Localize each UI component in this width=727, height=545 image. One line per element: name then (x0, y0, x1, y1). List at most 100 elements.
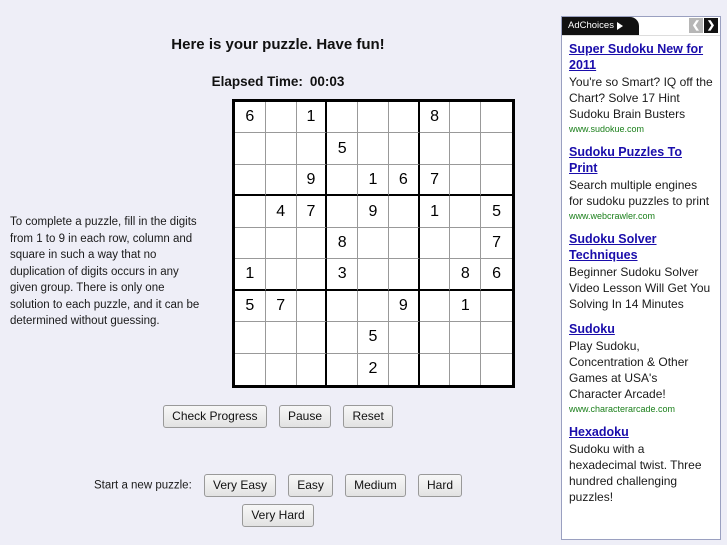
elapsed-time: Elapsed Time: 00:03 (0, 74, 556, 89)
sudoku-cell-r9-c3[interactable] (296, 353, 328, 385)
ad-title-link[interactable]: Sudoku Solver Techniques (569, 231, 713, 263)
sudoku-cell-r2-c2[interactable] (265, 133, 297, 165)
pause-button[interactable]: Pause (278, 405, 332, 428)
sudoku-cell-r1-c5[interactable] (358, 102, 389, 134)
difficulty-very-hard-button[interactable]: Very Hard (242, 504, 314, 527)
sudoku-cell-r9-c2[interactable] (265, 353, 297, 385)
sudoku-cell-r1-c3[interactable]: 1 (296, 102, 328, 134)
difficulty-easy-button[interactable]: Easy (288, 474, 333, 497)
sudoku-cell-r4-c5[interactable]: 9 (358, 196, 389, 228)
sudoku-cell-r9-c5[interactable]: 2 (358, 353, 389, 385)
sudoku-cell-r8-c6[interactable] (388, 322, 420, 354)
sudoku-cell-r3-c9[interactable] (481, 164, 512, 197)
sudoku-cell-r3-c1[interactable] (235, 164, 266, 197)
check-progress-button[interactable]: Check Progress (163, 405, 267, 428)
sudoku-cell-r5-c1[interactable] (235, 227, 266, 260)
sudoku-cell-r3-c3[interactable]: 9 (296, 164, 328, 197)
sudoku-cell-r7-c1[interactable]: 5 (235, 290, 266, 323)
sudoku-cell-r3-c6[interactable]: 6 (388, 164, 420, 197)
sudoku-cell-r8-c1[interactable] (235, 322, 266, 354)
next-arrow-icon[interactable]: ❯ (704, 18, 718, 33)
sudoku-cell-r4-c4[interactable] (327, 196, 359, 228)
sudoku-cell-r9-c6[interactable] (388, 353, 420, 385)
sudoku-cell-r6-c7[interactable] (419, 259, 451, 291)
sudoku-cell-r9-c4[interactable] (327, 353, 359, 385)
sudoku-cell-r8-c7[interactable] (419, 322, 451, 354)
adchoices-button[interactable]: AdChoices (562, 17, 639, 35)
sudoku-cell-r2-c7[interactable] (419, 133, 451, 165)
sudoku-cell-r7-c3[interactable] (296, 290, 328, 323)
sudoku-cell-r6-c3[interactable] (296, 259, 328, 291)
sudoku-cell-r8-c9[interactable] (481, 322, 512, 354)
sudoku-cell-r9-c7[interactable] (419, 353, 451, 385)
sudoku-cell-r3-c7[interactable]: 7 (419, 164, 451, 197)
sudoku-cell-r1-c4[interactable] (327, 102, 359, 134)
sudoku-cell-r7-c2[interactable]: 7 (265, 290, 297, 323)
sudoku-grid[interactable]: 6185916747915871386579152 (232, 99, 515, 388)
ad-title-link[interactable]: Hexadoku (569, 424, 713, 440)
sudoku-cell-r1-c9[interactable] (481, 102, 512, 134)
sudoku-cell-r2-c9[interactable] (481, 133, 512, 165)
sudoku-cell-r3-c2[interactable] (265, 164, 297, 197)
difficulty-hard-button[interactable]: Hard (418, 474, 463, 497)
sudoku-cell-r6-c8[interactable]: 8 (450, 259, 482, 291)
sudoku-cell-r2-c4[interactable]: 5 (327, 133, 359, 165)
ad-description: You're so Smart? IQ off the Chart? Solve… (569, 75, 713, 121)
sudoku-cell-r4-c9[interactable]: 5 (481, 196, 512, 228)
sudoku-cell-r2-c8[interactable] (450, 133, 482, 165)
sudoku-cell-r4-c2[interactable]: 4 (265, 196, 297, 228)
sudoku-cell-r6-c6[interactable] (388, 259, 420, 291)
sudoku-cell-r1-c8[interactable] (450, 102, 482, 134)
sudoku-cell-r8-c2[interactable] (265, 322, 297, 354)
sudoku-cell-r6-c9[interactable]: 6 (481, 259, 512, 291)
sudoku-cell-r9-c9[interactable] (481, 353, 512, 385)
sudoku-cell-r4-c3[interactable]: 7 (296, 196, 328, 228)
sudoku-cell-r6-c4[interactable]: 3 (327, 259, 359, 291)
sudoku-cell-r6-c2[interactable] (265, 259, 297, 291)
sudoku-cell-r7-c9[interactable] (481, 290, 512, 323)
sudoku-cell-r4-c8[interactable] (450, 196, 482, 228)
sudoku-cell-r4-c1[interactable] (235, 196, 266, 228)
sudoku-cell-r5-c4[interactable]: 8 (327, 227, 359, 260)
sudoku-cell-r8-c5[interactable]: 5 (358, 322, 389, 354)
sudoku-cell-r2-c5[interactable] (358, 133, 389, 165)
sudoku-cell-r5-c7[interactable] (419, 227, 451, 260)
sudoku-cell-r5-c2[interactable] (265, 227, 297, 260)
sudoku-cell-r9-c1[interactable] (235, 353, 266, 385)
sudoku-cell-r9-c8[interactable] (450, 353, 482, 385)
sudoku-cell-r1-c2[interactable] (265, 102, 297, 134)
sudoku-cell-r7-c4[interactable] (327, 290, 359, 323)
sudoku-cell-r2-c1[interactable] (235, 133, 266, 165)
sudoku-cell-r7-c7[interactable] (419, 290, 451, 323)
difficulty-medium-button[interactable]: Medium (345, 474, 406, 497)
ad-title-link[interactable]: Super Sudoku New for 2011 (569, 41, 713, 73)
sudoku-cell-r6-c5[interactable] (358, 259, 389, 291)
sudoku-cell-r5-c5[interactable] (358, 227, 389, 260)
sudoku-cell-r4-c6[interactable] (388, 196, 420, 228)
prev-arrow-icon[interactable]: ❮ (689, 18, 703, 33)
sudoku-cell-r8-c3[interactable] (296, 322, 328, 354)
sudoku-cell-r7-c8[interactable]: 1 (450, 290, 482, 323)
ad-title-link[interactable]: Sudoku (569, 321, 713, 337)
sudoku-cell-r2-c3[interactable] (296, 133, 328, 165)
sudoku-cell-r7-c6[interactable]: 9 (388, 290, 420, 323)
ad-title-link[interactable]: Sudoku Puzzles To Print (569, 144, 713, 176)
difficulty-very-easy-button[interactable]: Very Easy (203, 474, 277, 497)
sudoku-cell-r6-c1[interactable]: 1 (235, 259, 266, 291)
sudoku-cell-r4-c7[interactable]: 1 (419, 196, 451, 228)
sudoku-cell-r3-c5[interactable]: 1 (358, 164, 389, 197)
sudoku-cell-r2-c6[interactable] (388, 133, 420, 165)
sudoku-cell-r1-c1[interactable]: 6 (235, 102, 266, 134)
sudoku-cell-r5-c6[interactable] (388, 227, 420, 260)
sudoku-cell-r5-c8[interactable] (450, 227, 482, 260)
sudoku-cell-r1-c6[interactable] (388, 102, 420, 134)
sudoku-cell-r5-c3[interactable] (296, 227, 328, 260)
sudoku-cell-r3-c4[interactable] (327, 164, 359, 197)
sudoku-cell-r7-c5[interactable] (358, 290, 389, 323)
reset-button[interactable]: Reset (343, 405, 393, 428)
sudoku-cell-r1-c7[interactable]: 8 (419, 102, 451, 134)
sudoku-cell-r5-c9[interactable]: 7 (481, 227, 512, 260)
sudoku-cell-r8-c8[interactable] (450, 322, 482, 354)
sudoku-cell-r3-c8[interactable] (450, 164, 482, 197)
sudoku-cell-r8-c4[interactable] (327, 322, 359, 354)
